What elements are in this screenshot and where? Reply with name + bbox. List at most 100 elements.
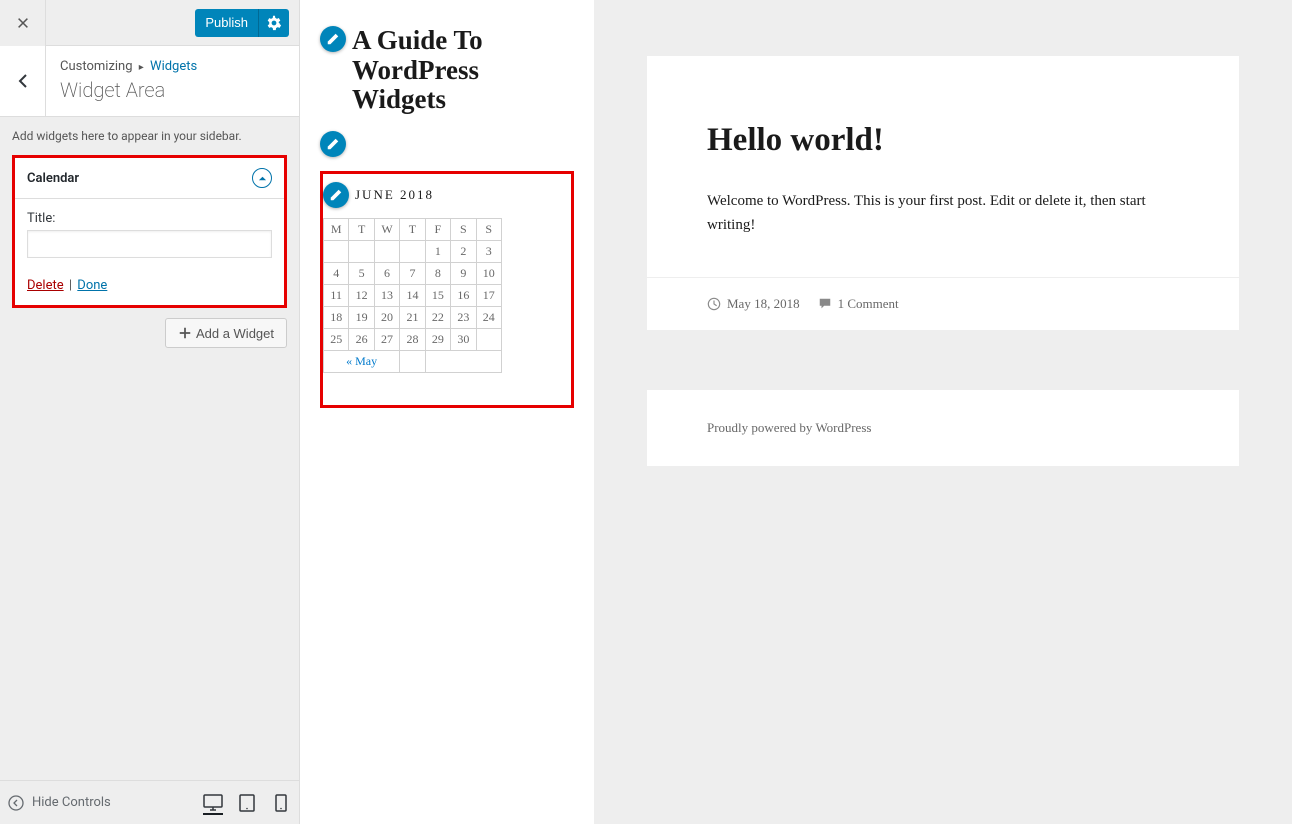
edit-shortcut-site-title[interactable]: [320, 26, 346, 52]
pencil-icon: [329, 188, 343, 202]
calendar-day[interactable]: 22: [425, 307, 450, 329]
gear-icon: [266, 15, 282, 31]
site-title[interactable]: A Guide To WordPress Widgets: [352, 26, 574, 115]
calendar-day[interactable]: 29: [425, 329, 450, 351]
calendar-day[interactable]: 10: [476, 263, 501, 285]
section-title: Widget Area: [60, 78, 197, 102]
calendar-day: [476, 329, 501, 351]
post-title[interactable]: Hello world!: [707, 122, 1179, 159]
calendar-dow: T: [400, 219, 425, 241]
calendar-day[interactable]: 30: [451, 329, 476, 351]
calendar-day[interactable]: 25: [324, 329, 349, 351]
desktop-icon: [203, 794, 223, 812]
widget-actions: Delete | Done: [15, 270, 284, 305]
pencil-icon: [326, 32, 340, 46]
footer-credit-link[interactable]: Proudly powered by WordPress: [707, 420, 871, 435]
calendar-dow: S: [476, 219, 501, 241]
edit-shortcut-nav[interactable]: [320, 131, 346, 157]
widget-header[interactable]: Calendar: [15, 158, 284, 199]
chevron-left-icon: [15, 73, 31, 89]
calendar-day[interactable]: 3: [476, 241, 501, 263]
publish-group: Publish: [195, 9, 289, 37]
calendar-day[interactable]: 16: [451, 285, 476, 307]
hide-controls-label: Hide Controls: [32, 795, 111, 810]
site-footer: Proudly powered by WordPress: [647, 390, 1239, 466]
post-card: Hello world! Welcome to WordPress. This …: [647, 56, 1239, 330]
widget-done-link[interactable]: Done: [77, 278, 107, 293]
calendar-day[interactable]: 14: [400, 285, 425, 307]
breadcrumb-root: Customizing: [60, 59, 133, 74]
calendar-caption: JUNE 2018: [355, 187, 434, 203]
breadcrumb-sep: ▸: [139, 62, 144, 73]
calendar-day: [324, 241, 349, 263]
calendar-day[interactable]: 20: [374, 307, 399, 329]
breadcrumb: Customizing ▸ Widgets: [60, 59, 197, 74]
close-button[interactable]: [0, 0, 46, 46]
device-tablet-button[interactable]: [237, 793, 257, 813]
calendar-prev-link[interactable]: « May: [346, 354, 377, 368]
widget-title-label: Title:: [27, 211, 272, 226]
post-date[interactable]: May 18, 2018: [707, 296, 800, 312]
calendar-day[interactable]: 8: [425, 263, 450, 285]
action-separator: |: [69, 278, 72, 293]
calendar-day[interactable]: 17: [476, 285, 501, 307]
post-comments-link[interactable]: 1 Comment: [818, 296, 899, 312]
section-header: Customizing ▸ Widgets Widget Area: [0, 46, 299, 117]
publish-settings-button[interactable]: [259, 9, 289, 37]
preview-frame: A Guide To WordPress Widgets JUNE 2018 M…: [300, 0, 1292, 824]
calendar-day[interactable]: 23: [451, 307, 476, 329]
calendar-dow: M: [324, 219, 349, 241]
publish-button[interactable]: Publish: [195, 9, 259, 37]
calendar-day[interactable]: 11: [324, 285, 349, 307]
calendar-day[interactable]: 13: [374, 285, 399, 307]
tablet-icon: [239, 794, 255, 812]
sidebar-footer: Hide Controls: [0, 780, 299, 824]
widget-title-input[interactable]: [27, 230, 272, 258]
post-meta: May 18, 2018 1 Comment: [647, 277, 1239, 330]
close-icon: [16, 16, 30, 30]
calendar-day: [349, 241, 374, 263]
calendar-dow: W: [374, 219, 399, 241]
calendar-day: [400, 241, 425, 263]
calendar-day[interactable]: 5: [349, 263, 374, 285]
calendar-day[interactable]: 18: [324, 307, 349, 329]
add-widget-label: Add a Widget: [196, 326, 274, 341]
calendar-day[interactable]: 6: [374, 263, 399, 285]
back-button[interactable]: [0, 46, 46, 116]
calendar-day[interactable]: 26: [349, 329, 374, 351]
calendar-day[interactable]: 15: [425, 285, 450, 307]
collapse-toggle[interactable]: [252, 168, 272, 188]
calendar-day[interactable]: 7: [400, 263, 425, 285]
calendar-day[interactable]: 12: [349, 285, 374, 307]
device-mobile-button[interactable]: [271, 793, 291, 813]
widget-name: Calendar: [27, 171, 79, 186]
calendar-day[interactable]: 19: [349, 307, 374, 329]
calendar-dow: S: [451, 219, 476, 241]
sidebar-topbar: Publish: [0, 0, 299, 46]
collapse-left-icon: [8, 795, 24, 811]
calendar-table: MTWTFSS 12345678910111213141516171819202…: [323, 218, 502, 373]
clock-icon: [707, 297, 721, 311]
pencil-icon: [326, 137, 340, 151]
calendar-day[interactable]: 2: [451, 241, 476, 263]
widget-content: Title:: [15, 199, 284, 270]
device-desktop-button[interactable]: [203, 795, 223, 815]
calendar-day[interactable]: 27: [374, 329, 399, 351]
calendar-day[interactable]: 1: [425, 241, 450, 263]
mobile-icon: [275, 794, 287, 812]
breadcrumb-parent-link[interactable]: Widgets: [150, 59, 197, 74]
calendar-day[interactable]: 4: [324, 263, 349, 285]
chevron-up-icon: [258, 174, 267, 183]
calendar-day[interactable]: 21: [400, 307, 425, 329]
edit-shortcut-calendar[interactable]: [323, 182, 349, 208]
hide-controls-button[interactable]: Hide Controls: [8, 795, 111, 811]
widget-delete-link[interactable]: Delete: [27, 278, 64, 293]
post-body-text: Welcome to WordPress. This is your first…: [707, 189, 1179, 237]
add-widget-button[interactable]: Add a Widget: [165, 318, 287, 348]
device-buttons: [203, 793, 291, 813]
calendar-day[interactable]: 28: [400, 329, 425, 351]
calendar-day[interactable]: 9: [451, 263, 476, 285]
calendar-day[interactable]: 24: [476, 307, 501, 329]
theme-sidebar: A Guide To WordPress Widgets JUNE 2018 M…: [300, 0, 594, 824]
comment-icon: [818, 297, 832, 311]
